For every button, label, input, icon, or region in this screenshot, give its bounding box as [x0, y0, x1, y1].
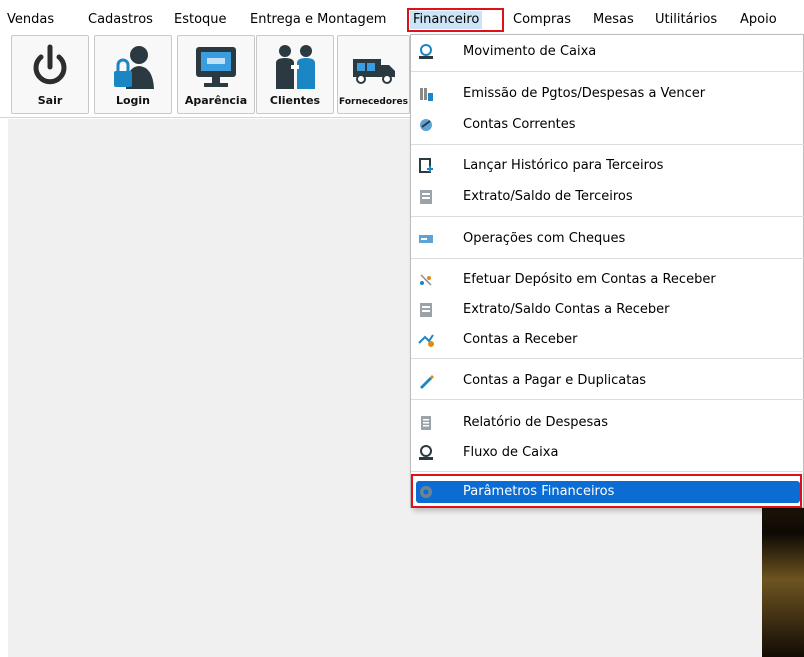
- fornecedores-label: Fornecedores: [339, 97, 408, 107]
- history-add-icon: [419, 158, 433, 173]
- separator: [411, 399, 804, 400]
- menu-entrega[interactable]: Entrega e Montagem: [250, 11, 386, 29]
- menu-utilitarios[interactable]: Utilitários: [655, 11, 717, 29]
- menu-item-label: Extrato/Saldo de Terceiros: [463, 189, 633, 204]
- menu-item-efetuar-deposito[interactable]: Efetuar Depósito em Contas a Receber: [411, 267, 804, 293]
- menu-cadastros[interactable]: Cadastros: [88, 11, 153, 29]
- menu-item-contas-receber[interactable]: Contas a Receber: [411, 327, 804, 353]
- parametros-highlight-box: [411, 474, 802, 508]
- menu-item-relatorio-despesas[interactable]: Relatório de Despesas: [411, 410, 804, 436]
- separator: [411, 71, 804, 72]
- menu-item-label: Emissão de Pgtos/Despesas a Vencer: [463, 86, 706, 101]
- payments-icon: [420, 88, 433, 101]
- login-button[interactable]: Login: [94, 35, 172, 114]
- menu-item-contas-pagar[interactable]: Contas a Pagar e Duplicatas: [411, 368, 804, 394]
- menu-item-extrato-receber[interactable]: Extrato/Saldo Contas a Receber: [411, 297, 804, 323]
- menu-item-label: Extrato/Saldo Contas a Receber: [463, 302, 670, 317]
- aparencia-button[interactable]: Aparência: [177, 35, 255, 114]
- separator: [411, 358, 804, 359]
- receivables-icon: [418, 334, 434, 347]
- menu-item-label: Movimento de Caixa: [463, 44, 597, 59]
- deposit-icon: [420, 274, 432, 286]
- cheque-icon: [419, 235, 433, 243]
- separator: [411, 258, 804, 259]
- menu-item-fluxo-caixa[interactable]: Fluxo de Caixa: [411, 440, 804, 466]
- login-label: Login: [115, 94, 151, 107]
- power-icon: [33, 44, 67, 85]
- accounts-icon: [420, 119, 432, 131]
- menu-item-contas-correntes[interactable]: Contas Correntes: [411, 112, 804, 138]
- statement-icon: [420, 190, 432, 204]
- clientes-label: Clientes: [269, 94, 321, 107]
- menu-vendas[interactable]: Vendas: [7, 11, 54, 29]
- aparencia-label: Aparência: [184, 94, 248, 107]
- menu-item-extrato-terceiros[interactable]: Extrato/Saldo de Terceiros: [411, 184, 804, 210]
- menu-compras[interactable]: Compras: [513, 11, 571, 29]
- user-lock-icon: [114, 46, 154, 89]
- menu-item-label: Contas Correntes: [463, 117, 576, 132]
- menu-item-label: Contas a Pagar e Duplicatas: [463, 373, 647, 388]
- menu-item-movimento-caixa[interactable]: Movimento de Caixa: [411, 39, 804, 65]
- menu-item-emissao-pgtos[interactable]: Emissão de Pgtos/Despesas a Vencer: [411, 81, 804, 107]
- menu-apoio[interactable]: Apoio: [740, 11, 777, 29]
- cash-flow-icon: [419, 445, 433, 460]
- menu-mesas[interactable]: Mesas: [593, 11, 634, 29]
- financeiro-dropdown: Movimento de Caixa Emissão de Pgtos/Desp…: [410, 34, 804, 508]
- menu-item-label: Contas a Receber: [463, 332, 578, 347]
- statement-icon: [420, 303, 432, 317]
- pen-icon: [420, 375, 434, 389]
- people-icon: [276, 45, 315, 89]
- menu-item-label: Lançar Histórico para Terceiros: [463, 158, 664, 173]
- monitor-icon: [196, 47, 236, 87]
- menu-bar: Vendas Cadastros Estoque Entrega e Monta…: [0, 0, 804, 34]
- clientes-button[interactable]: Clientes: [256, 35, 334, 114]
- report-icon: [421, 416, 431, 430]
- menu-item-label: Fluxo de Caixa: [463, 445, 559, 460]
- menu-item-label: Efetuar Depósito em Contas a Receber: [463, 272, 716, 287]
- financeiro-highlight-box: [407, 8, 504, 32]
- left-edge: [0, 119, 8, 657]
- fornecedores-button[interactable]: Fornecedores: [337, 35, 410, 114]
- truck-icon: [352, 59, 395, 84]
- separator: [411, 471, 804, 472]
- menu-item-lancar-historico[interactable]: Lançar Histórico para Terceiros: [411, 153, 804, 179]
- menu-estoque[interactable]: Estoque: [174, 11, 227, 29]
- cash-register-icon: [419, 44, 433, 59]
- sair-button[interactable]: Sair: [11, 35, 89, 114]
- menu-item-label: Relatório de Despesas: [463, 415, 609, 430]
- menu-item-label: Operações com Cheques: [463, 231, 626, 246]
- sair-label: Sair: [37, 94, 63, 107]
- menu-item-operacoes-cheques[interactable]: Operações com Cheques: [411, 226, 804, 252]
- separator: [411, 144, 804, 145]
- separator: [411, 216, 804, 217]
